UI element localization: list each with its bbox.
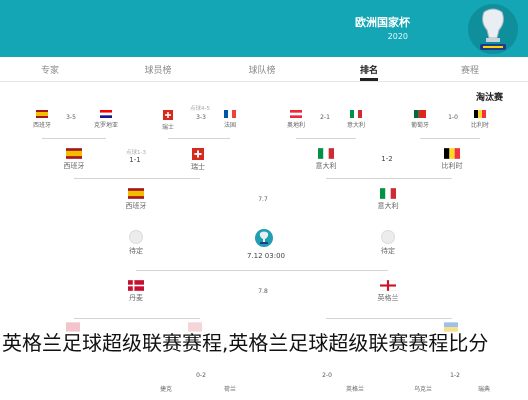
italy-flag-icon — [318, 148, 334, 159]
semifinal-date: 7.7 — [258, 196, 268, 203]
match-score: 0-2 — [196, 372, 206, 379]
team-belgium-qf[interactable]: 比利时 — [430, 148, 474, 171]
team-italy-qf[interactable]: 意大利 — [304, 148, 348, 171]
match-score: 1-1 — [129, 156, 141, 164]
app-header — [0, 0, 528, 57]
france-flag-icon — [224, 110, 236, 118]
belgium-flag-icon — [444, 148, 460, 159]
final-trophy-icon — [255, 229, 273, 247]
tab-team-ranking[interactable]: 球队榜 — [232, 63, 292, 76]
placeholder-ball-icon — [381, 230, 395, 244]
bracket-line — [326, 178, 452, 179]
england-flag-icon — [380, 280, 396, 291]
switzerland-flag-icon — [192, 148, 204, 160]
tab-player-ranking[interactable]: 球员榜 — [128, 63, 188, 76]
spain-flag-icon — [36, 110, 48, 118]
caption-overlay: 英格兰足球超级联赛赛程,英格兰足球超级联赛赛程比分 — [2, 331, 489, 355]
bracket-line — [42, 138, 106, 139]
final-team-right[interactable]: 待定 — [366, 230, 410, 256]
portugal-flag-icon — [414, 110, 426, 118]
denmark-flag-icon — [128, 280, 144, 291]
tab-experts[interactable]: 专家 — [20, 63, 80, 76]
italy-flag-icon — [380, 188, 396, 199]
bracket-line — [296, 138, 356, 139]
penalty-note: 点球1-3 — [126, 150, 146, 156]
bracket-line — [420, 138, 480, 139]
knockout-section-label: 淘汰赛 — [476, 93, 504, 103]
match-score: 2-0 — [322, 372, 332, 379]
euro-trophy-logo — [468, 4, 518, 54]
bracket-line — [326, 318, 452, 319]
team-england-sf[interactable]: 英格兰 — [366, 280, 410, 303]
bracket-line — [74, 318, 200, 319]
team-spain-r16[interactable]: 西班牙 — [20, 110, 64, 129]
final-datetime: 7.12 03:00 — [247, 252, 285, 260]
team-spain-sf[interactable]: 西班牙 — [114, 188, 158, 211]
team-croatia-r16[interactable]: 克罗地亚 — [84, 110, 128, 129]
croatia-flag-icon — [100, 110, 112, 118]
switzerland-flag-icon — [163, 110, 173, 120]
semifinal-date: 7.8 — [258, 288, 268, 295]
tab-schedule[interactable]: 赛程 — [440, 63, 500, 76]
team-england-r16[interactable]: 英格兰 — [346, 384, 364, 393]
tab-standings[interactable]: 排名 — [339, 63, 399, 76]
placeholder-ball-icon — [129, 230, 143, 244]
team-denmark-sf[interactable]: 丹麦 — [114, 280, 158, 303]
match-score: 1-0 — [448, 114, 458, 121]
tournament-year: 2020 — [387, 32, 408, 41]
team-portugal-r16[interactable]: 葡萄牙 — [398, 110, 442, 129]
belgium-flag-icon — [474, 110, 486, 118]
bracket-line — [168, 138, 230, 139]
spain-flag-icon — [128, 188, 144, 199]
team-italy-sf[interactable]: 意大利 — [366, 188, 410, 211]
spain-flag-icon — [66, 148, 82, 159]
italy-flag-icon — [350, 110, 362, 118]
team-switzerland-r16[interactable]: 瑞士 — [146, 110, 190, 131]
tab-bar: 赛程 排名 球队榜 球员榜 专家 — [0, 57, 528, 82]
bracket-line — [136, 270, 388, 271]
team-ukraine[interactable]: 乌克兰 — [414, 384, 432, 393]
team-italy-r16[interactable]: 意大利 — [334, 110, 378, 129]
final-team-left[interactable]: 待定 — [114, 230, 158, 256]
match-score: 1-2 — [381, 155, 393, 163]
austria-flag-icon — [290, 110, 302, 118]
bracket-line — [74, 178, 200, 179]
team-czech[interactable]: 捷克 — [160, 384, 172, 393]
active-tab-indicator — [360, 78, 378, 81]
match-score: 1-2 — [450, 372, 460, 379]
match-score: 3-3 — [196, 114, 206, 121]
team-austria-r16[interactable]: 奥地利 — [274, 110, 318, 129]
tournament-title: 欧洲国家杯 — [355, 16, 410, 29]
team-sweden[interactable]: 瑞典 — [478, 384, 490, 393]
team-netherlands[interactable]: 荷兰 — [224, 384, 236, 393]
team-switzerland-qf[interactable]: 瑞士 — [176, 148, 220, 172]
team-spain-qf[interactable]: 西班牙 — [52, 148, 96, 171]
